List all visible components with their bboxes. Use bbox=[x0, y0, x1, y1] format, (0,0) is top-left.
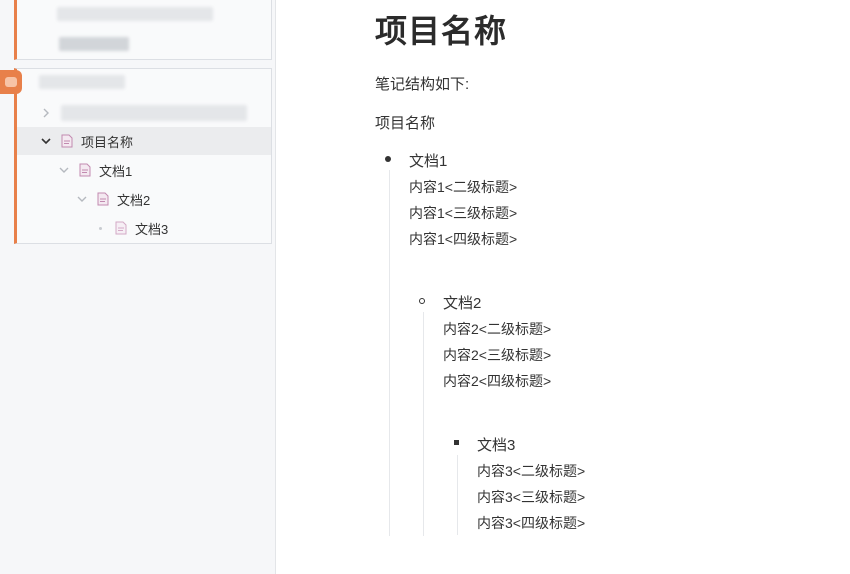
content-line: 内容3<二级标题> bbox=[477, 463, 586, 479]
blurred-notebook-name bbox=[39, 75, 125, 89]
document-icon bbox=[79, 163, 91, 177]
tree-item-label: 文档2 bbox=[117, 192, 151, 208]
content-line: 内容2<二级标题> bbox=[443, 321, 552, 337]
blurred-subtitle bbox=[59, 37, 129, 51]
tree-item-label: 项目名称 bbox=[81, 134, 134, 150]
document-editor[interactable]: 项目名称 笔记结构如下: 项目名称 文档1 内容1<二级标题> 内容1<三级标题… bbox=[276, 0, 850, 574]
content-line: 内容2<四级标题> bbox=[443, 373, 552, 389]
root-label-paragraph: 项目名称 bbox=[375, 115, 436, 132]
document-icon bbox=[61, 134, 73, 148]
tree-item-doc2[interactable]: 文档2 bbox=[17, 185, 271, 213]
blurred-title bbox=[57, 7, 213, 21]
tree-item-label: 文档3 bbox=[135, 221, 169, 237]
tree-item-doc3[interactable]: 文档3 bbox=[17, 214, 271, 242]
list-item-label: 文档2 bbox=[443, 295, 482, 312]
indent-guide bbox=[457, 455, 458, 535]
content-line: 内容3<三级标题> bbox=[477, 489, 586, 505]
sidebar: 项目名称 文档1 文档2 文档3 bbox=[0, 0, 276, 574]
content-line: 内容1<四级标题> bbox=[409, 231, 518, 247]
list-item-label: 文档3 bbox=[477, 437, 516, 454]
tree-item-label: 文档1 bbox=[99, 163, 133, 179]
document-icon bbox=[115, 221, 127, 235]
tree-row-blurred[interactable] bbox=[17, 99, 271, 127]
content-line: 内容3<四级标题> bbox=[477, 515, 586, 531]
tree-item-root[interactable]: 项目名称 bbox=[17, 127, 271, 155]
chevron-down-icon[interactable] bbox=[39, 134, 53, 148]
list-item-label: 文档1 bbox=[409, 153, 448, 170]
indent-guide bbox=[423, 312, 424, 536]
content-line: 内容2<三级标题> bbox=[443, 347, 552, 363]
notebook-card[interactable]: 项目名称 文档1 文档2 文档3 bbox=[14, 68, 272, 244]
content-line: 内容1<二级标题> bbox=[409, 179, 518, 195]
leaf-dot-icon bbox=[93, 221, 107, 235]
blurred-row-label bbox=[61, 105, 247, 121]
tree-item-doc1[interactable]: 文档1 bbox=[17, 156, 271, 184]
content-line: 内容1<三级标题> bbox=[409, 205, 518, 221]
chevron-down-icon[interactable] bbox=[75, 192, 89, 206]
bullet-square bbox=[454, 440, 459, 445]
bullet-circle bbox=[419, 298, 425, 304]
chevron-down-icon[interactable] bbox=[57, 163, 71, 177]
intro-paragraph: 笔记结构如下: bbox=[375, 76, 470, 93]
chevron-right-icon[interactable] bbox=[39, 106, 53, 120]
bullet-disc bbox=[385, 156, 391, 162]
document-icon bbox=[97, 192, 109, 206]
drag-handle[interactable] bbox=[0, 70, 22, 94]
page-title: 项目名称 bbox=[375, 13, 508, 49]
indent-guide bbox=[389, 170, 390, 536]
notebook-card-blurred[interactable] bbox=[14, 0, 272, 60]
